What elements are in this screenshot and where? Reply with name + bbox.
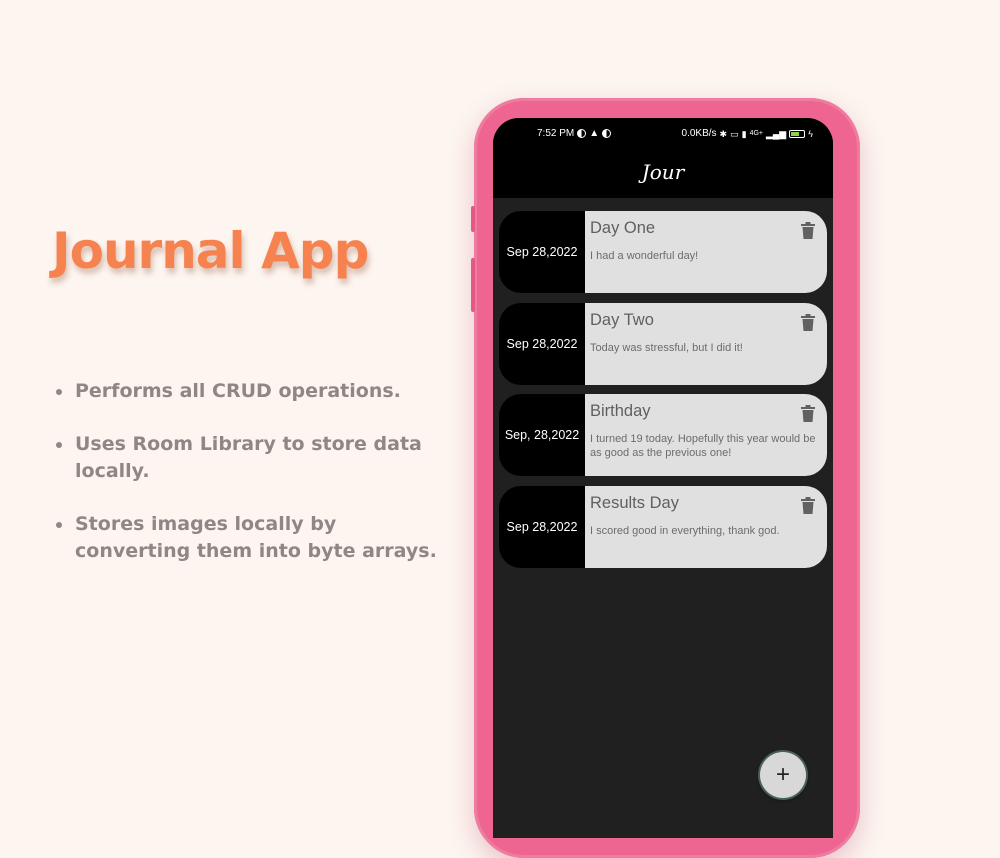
phone-screen: 7:52 PM ▲ 0.0KB/s ✱ ▭ ▮ 4G+ ▂▄▆ ϟ Jour S… bbox=[493, 118, 833, 838]
signal-bars-icon: ▂▄▆ bbox=[766, 128, 787, 139]
delete-icon[interactable] bbox=[801, 314, 815, 331]
warning-icon: ▲ bbox=[589, 127, 600, 139]
app-bar: 7:52 PM ▲ 0.0KB/s ✱ ▭ ▮ 4G+ ▂▄▆ ϟ Jour bbox=[493, 118, 833, 198]
power-button bbox=[471, 258, 475, 312]
delete-icon[interactable] bbox=[801, 497, 815, 514]
status-bar: 7:52 PM ▲ 0.0KB/s ✱ ▭ ▮ 4G+ ▂▄▆ ϟ bbox=[493, 128, 833, 144]
entry-date: Sep, 28,2022 bbox=[499, 394, 585, 476]
app-title: Jour bbox=[641, 160, 685, 184]
entry-title: Birthday bbox=[590, 402, 651, 420]
entry-body: Birthday I turned 19 today. Hopefully th… bbox=[585, 394, 827, 476]
feature-item: Stores images locally by converting them… bbox=[55, 511, 445, 565]
entry-text: Today was stressful, but I did it! bbox=[590, 342, 743, 354]
notification-icon bbox=[602, 129, 612, 138]
entry-date: Sep 28,2022 bbox=[499, 303, 585, 385]
entry-title: Day Two bbox=[590, 311, 654, 329]
journal-entry-card[interactable]: Sep 28,2022 Results Day I scored good in… bbox=[499, 486, 827, 568]
entry-body: Day One I had a wonderful day! bbox=[585, 211, 827, 293]
delete-icon[interactable] bbox=[801, 222, 815, 239]
journal-entry-card[interactable]: Sep 28,2022 Day Two Today was stressful,… bbox=[499, 303, 827, 385]
entry-body: Day Two Today was stressful, but I did i… bbox=[585, 303, 827, 385]
charging-icon: ϟ bbox=[808, 128, 813, 139]
entry-body: Results Day I scored good in everything,… bbox=[585, 486, 827, 568]
entry-date: Sep 28,2022 bbox=[499, 211, 585, 293]
feature-item: Uses Room Library to store data locally. bbox=[55, 431, 445, 485]
network-speed: 0.0KB/s bbox=[681, 128, 717, 139]
feature-item: Performs all CRUD operations. bbox=[55, 378, 445, 405]
network-type: 4G+ bbox=[749, 129, 763, 137]
entry-title: Day One bbox=[590, 219, 656, 237]
entry-date: Sep 28,2022 bbox=[499, 486, 585, 568]
delete-icon[interactable] bbox=[801, 405, 815, 422]
volume-button bbox=[471, 206, 475, 232]
volte-icon: ▭ bbox=[730, 128, 739, 139]
journal-entry-card[interactable]: Sep 28,2022 Day One I had a wonderful da… bbox=[499, 211, 827, 293]
journal-entry-card[interactable]: Sep, 28,2022 Birthday I turned 19 today.… bbox=[499, 394, 827, 476]
add-icon: + bbox=[775, 761, 790, 788]
phone-frame: 7:52 PM ▲ 0.0KB/s ✱ ▭ ▮ 4G+ ▂▄▆ ϟ Jour S… bbox=[471, 98, 860, 858]
signal-icon: ▮ bbox=[741, 128, 747, 139]
battery-icon bbox=[789, 129, 806, 138]
entry-text: I scored good in everything, thank god. bbox=[590, 525, 780, 537]
entry-text: I had a wonderful day! bbox=[590, 250, 699, 262]
status-time: 7:52 PM bbox=[537, 128, 575, 139]
entry-text: I turned 19 today. Hopefully this year w… bbox=[590, 433, 816, 459]
notification-icon bbox=[577, 129, 587, 138]
promo-title: Journal App bbox=[52, 222, 369, 280]
add-entry-button[interactable]: + bbox=[760, 752, 806, 798]
bluetooth-icon: ✱ bbox=[719, 128, 728, 139]
feature-list: Performs all CRUD operations. Uses Room … bbox=[55, 378, 445, 591]
entry-title: Results Day bbox=[590, 494, 679, 512]
